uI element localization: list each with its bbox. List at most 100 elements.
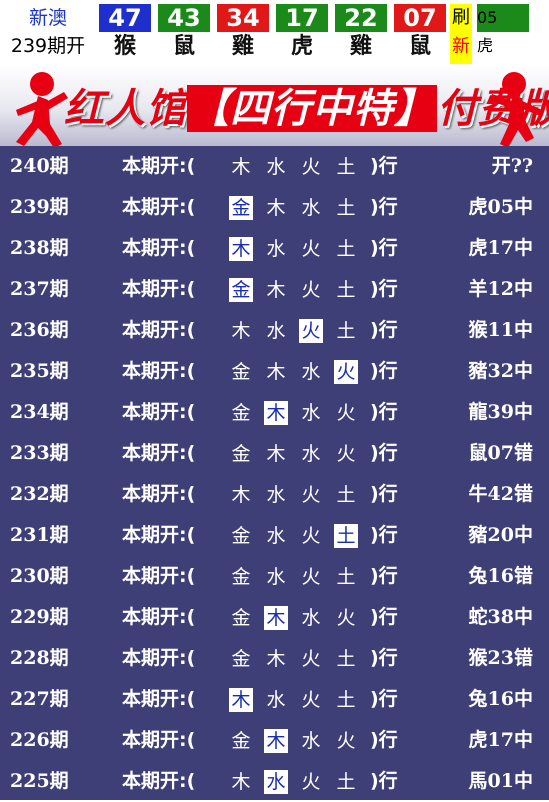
record-close: )行 (370, 319, 398, 341)
element: 水 (301, 197, 321, 219)
record-close: )行 (370, 360, 398, 382)
record-period: 236期 (10, 319, 69, 341)
record-label: 本期开:( (122, 360, 196, 382)
banner-title-highlight: 【四行中特】 (187, 85, 437, 132)
draw-info: 新澳 239期开 (0, 4, 96, 60)
ball-zodiac: 虎 (290, 34, 313, 59)
record-row: 236期 本期开:(木水火土)行 猴11中 (0, 310, 549, 351)
record-result: 开?? (491, 155, 533, 177)
record-label: 本期开:( (122, 483, 196, 505)
record-result: 猴23错 (468, 647, 533, 669)
record-period: 228期 (10, 647, 69, 669)
special-ball: 05 虎 (477, 4, 529, 64)
element: 水 (301, 607, 321, 629)
record-period: 237期 (10, 278, 69, 300)
record-row: 233期 本期开:(金木水火)行 鼠07错 (0, 433, 549, 474)
record-row: 232期 本期开:(木水火土)行 牛42错 (0, 474, 549, 515)
region-label: 新澳 (28, 7, 67, 29)
record-period: 233期 (10, 442, 69, 464)
banner: 红人馆【四行中特】付费版 (0, 66, 549, 146)
element: 木 (266, 361, 286, 383)
record-row: 229期 本期开:(金木水火)行 蛇38中 (0, 597, 549, 638)
banner-title-prefix: 红人馆 (64, 85, 187, 132)
element: 水 (266, 156, 286, 178)
record-result: 兔16错 (468, 565, 533, 587)
element: 金 (231, 607, 251, 629)
record-close: )行 (370, 729, 398, 751)
record-close: )行 (370, 155, 398, 177)
record-period: 229期 (10, 606, 69, 628)
record-label: 本期开:( (122, 647, 196, 669)
element: 木 (231, 320, 251, 342)
drawn-ball: 34 雞 (217, 4, 269, 64)
record-period: 231期 (10, 524, 69, 546)
ball-number: 47 (99, 4, 151, 32)
record-close: )行 (370, 606, 398, 628)
element: 土 (336, 279, 356, 301)
element: 火 (301, 156, 321, 178)
ball-number: 17 (276, 4, 328, 32)
record-period: 232期 (10, 483, 69, 505)
red-runner-icon (16, 72, 68, 146)
record-period: 240期 (10, 155, 69, 177)
record-result: 兔16中 (468, 688, 533, 710)
record-row: 239期 本期开:(金木水土)行 虎05中 (0, 187, 549, 228)
element: 火 (301, 238, 321, 260)
draw-period-label: 239期开 (10, 35, 86, 57)
element: 火 (301, 484, 321, 506)
element: 土 (336, 566, 356, 588)
record-close: )行 (370, 688, 398, 710)
record-row: 238期 本期开:(木水火土)行 虎17中 (0, 228, 549, 269)
element-hit: 木 (264, 606, 288, 630)
element: 土 (336, 771, 356, 793)
record-result: 豬32中 (468, 360, 533, 382)
element-hit: 金 (229, 278, 253, 302)
record-label: 本期开:( (122, 606, 196, 628)
record-result: 龍39中 (468, 401, 533, 423)
element: 土 (336, 484, 356, 506)
record-list: 240期 本期开:(木水火土)行 开?? 239期 本期开:(金木水土)行 虎05中 238… (0, 146, 549, 800)
element: 木 (266, 279, 286, 301)
record-close: )行 (370, 770, 398, 792)
element: 水 (301, 402, 321, 424)
record-period: 230期 (10, 565, 69, 587)
element-hit: 金 (229, 196, 253, 220)
element: 金 (231, 525, 251, 547)
element: 金 (231, 730, 251, 752)
ball-zodiac: 猴 (113, 34, 136, 59)
record-close: )行 (370, 483, 398, 505)
element-hit: 木 (229, 237, 253, 261)
ball-zodiac: 鼠 (172, 34, 195, 59)
element-hit: 木 (264, 401, 288, 425)
record-close: )行 (370, 278, 398, 300)
ball-number: 07 (394, 4, 446, 32)
record-result: 羊12中 (468, 278, 533, 300)
record-period: 238期 (10, 237, 69, 259)
refresh-label-top: 刷 (452, 7, 470, 28)
special-ball-number: 05 (477, 4, 529, 32)
element: 木 (231, 156, 251, 178)
element: 金 (231, 443, 251, 465)
drawn-ball: 43 鼠 (158, 4, 210, 64)
element-hit: 火 (334, 360, 358, 384)
record-row: 228期 本期开:(金木火土)行 猴23错 (0, 638, 549, 679)
red-runner-icon (490, 72, 542, 146)
ball-number: 43 (158, 4, 210, 32)
element: 火 (336, 607, 356, 629)
drawn-ball: 07 鼠 (394, 4, 446, 64)
record-period: 226期 (10, 729, 69, 751)
element-hit: 火 (299, 319, 323, 343)
record-label: 本期开:( (122, 524, 196, 546)
element: 水 (301, 730, 321, 752)
banner-title: 红人馆【四行中特】付费版 (64, 76, 549, 134)
refresh-button[interactable]: 刷新 (450, 4, 472, 64)
element: 土 (336, 320, 356, 342)
element: 水 (266, 484, 286, 506)
element: 木 (266, 197, 286, 219)
record-close: )行 (370, 196, 398, 218)
record-label: 本期开:( (122, 319, 196, 341)
element: 金 (231, 566, 251, 588)
drawn-ball: 47 猴 (99, 4, 151, 64)
element: 金 (231, 402, 251, 424)
record-row: 235期 本期开:(金木水火)行 豬32中 (0, 351, 549, 392)
